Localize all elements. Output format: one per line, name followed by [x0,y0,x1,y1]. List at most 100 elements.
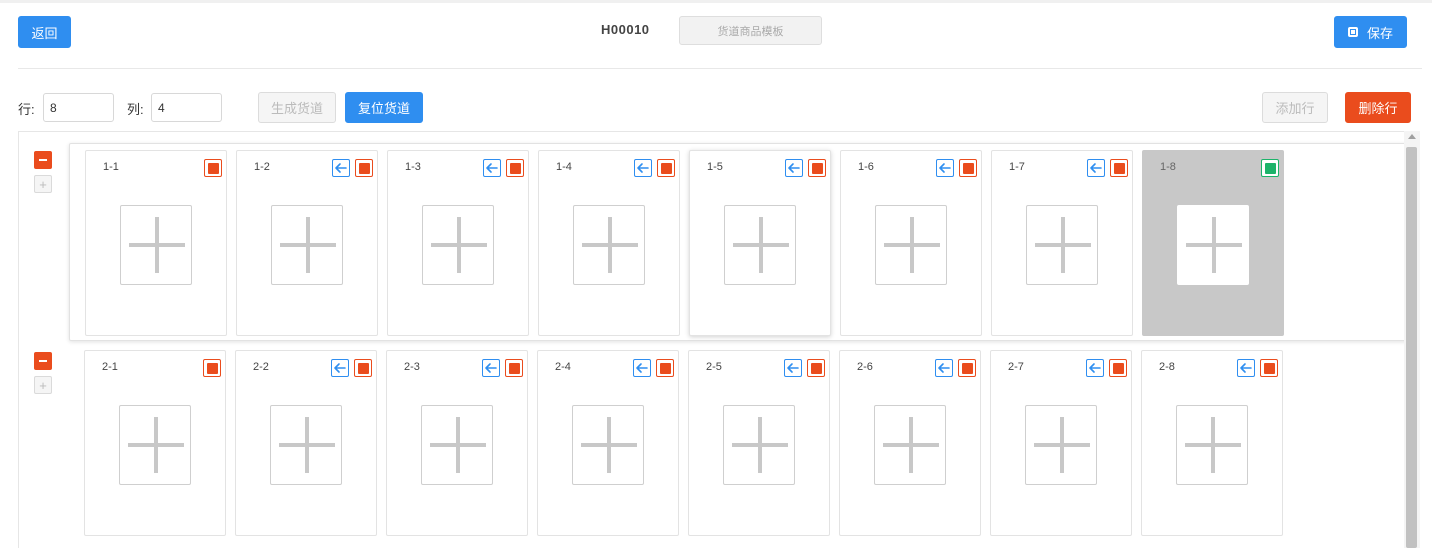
slot-card[interactable]: 2-7 [990,350,1132,536]
slot-grid: +1-1 1-2 1-3 1-4 1-5 1-6 1-7 1-8 +2-1 2-2 2-3 2-4 2-… [18,131,1420,548]
slot-label: 1-6 [858,161,874,173]
insert-row-icon[interactable]: + [34,175,52,193]
remove-row-icon[interactable] [34,151,52,169]
disable-slot-icon[interactable] [1110,159,1128,177]
disable-slot-icon[interactable] [505,359,523,377]
slot-card[interactable]: 1-4 [538,150,680,336]
machine-code: H00010 [601,22,650,37]
merge-left-arrow-icon[interactable] [936,159,954,177]
add-product-icon[interactable] [421,405,493,485]
slot-label: 1-2 [254,161,270,173]
slot-card[interactable]: 2-6 [839,350,981,536]
disable-slot-icon[interactable] [656,359,674,377]
slot-card[interactable]: 1-3 [387,150,529,336]
add-product-icon[interactable] [573,205,645,285]
slot-label: 2-2 [253,361,269,373]
add-product-icon[interactable] [572,405,644,485]
add-product-icon[interactable] [875,205,947,285]
reset-slots-button[interactable]: 复位货道 [345,92,423,123]
add-product-icon[interactable] [270,405,342,485]
delete-row-button[interactable]: 删除行 [1345,92,1411,123]
add-product-icon[interactable] [119,405,191,485]
disable-slot-icon[interactable] [808,159,826,177]
slot-card[interactable]: 1-8 [1142,150,1284,336]
slot-card[interactable]: 1-5 [689,150,831,336]
slot-label: 2-1 [102,361,118,373]
remove-row-icon[interactable] [34,352,52,370]
add-product-icon[interactable] [1026,205,1098,285]
add-product-icon[interactable] [874,405,946,485]
merge-left-arrow-icon[interactable] [784,359,802,377]
disable-slot-icon[interactable] [355,159,373,177]
slot-card[interactable]: 2-2 [235,350,377,536]
grid-scrollbar[interactable] [1404,131,1420,548]
merge-left-arrow-icon[interactable] [482,359,500,377]
merge-left-arrow-icon[interactable] [935,359,953,377]
disable-slot-icon[interactable] [354,359,372,377]
disable-slot-icon[interactable] [1109,359,1127,377]
merge-left-arrow-icon[interactable] [1086,359,1104,377]
scroll-up-arrow-icon[interactable] [1408,134,1416,139]
slot-label: 2-4 [555,361,571,373]
slot-label: 1-8 [1160,161,1176,173]
disable-slot-icon[interactable] [203,359,221,377]
merge-left-arrow-icon[interactable] [331,359,349,377]
slot-card[interactable]: 2-3 [386,350,528,536]
disable-slot-icon[interactable] [958,359,976,377]
save-label: 保存 [1366,25,1393,41]
merge-left-arrow-icon[interactable] [483,159,501,177]
disable-slot-icon[interactable] [657,159,675,177]
slot-card[interactable]: 1-2 [236,150,378,336]
add-product-icon[interactable] [724,205,796,285]
slot-card[interactable]: 2-4 [537,350,679,536]
disable-slot-icon[interactable] [807,359,825,377]
generate-slots-button[interactable]: 生成货道 [258,92,336,123]
slot-row: 2-1 2-2 2-3 2-4 2-5 2-6 2-7 2-8 [69,341,1419,548]
slot-label: 1-5 [707,161,723,173]
add-product-icon[interactable] [1176,405,1248,485]
add-product-icon[interactable] [723,405,795,485]
add-product-icon[interactable] [271,205,343,285]
scroll-thumb[interactable] [1406,147,1417,548]
save-icon [1347,27,1358,37]
slot-label: 1-7 [1009,161,1025,173]
back-button[interactable]: 返回 [18,16,71,48]
slot-label: 1-4 [556,161,572,173]
merge-left-arrow-icon[interactable] [633,359,651,377]
slot-label: 2-5 [706,361,722,373]
merge-left-arrow-icon[interactable] [1237,359,1255,377]
add-product-icon[interactable] [120,205,192,285]
enable-slot-icon[interactable] [1261,159,1279,177]
column-count-label: 列: [127,102,144,117]
slot-card[interactable]: 1-6 [840,150,982,336]
slot-label: 2-8 [1159,361,1175,373]
slot-card[interactable]: 1-1 [85,150,227,336]
template-select[interactable]: 货道商品模板 [679,16,822,45]
disable-slot-icon[interactable] [506,159,524,177]
add-row-button[interactable]: 添加行 [1262,92,1328,123]
slot-label: 1-1 [103,161,119,173]
slot-label: 2-3 [404,361,420,373]
column-count-input[interactable]: 4 [151,93,222,122]
row-count-label: 行: [18,102,35,117]
slot-label: 2-7 [1008,361,1024,373]
slot-card[interactable]: 2-5 [688,350,830,536]
disable-slot-icon[interactable] [1260,359,1278,377]
disable-slot-icon[interactable] [204,159,222,177]
add-product-icon[interactable] [422,205,494,285]
disable-slot-icon[interactable] [959,159,977,177]
merge-left-arrow-icon[interactable] [332,159,350,177]
slot-card[interactable]: 2-1 [84,350,226,536]
merge-left-arrow-icon[interactable] [634,159,652,177]
add-product-icon[interactable] [1025,405,1097,485]
merge-left-arrow-icon[interactable] [1087,159,1105,177]
slot-card[interactable]: 1-7 [991,150,1133,336]
slot-card[interactable]: 2-8 [1141,350,1283,536]
save-button[interactable]: 保存 [1334,16,1407,48]
header-divider [18,68,1422,69]
merge-left-arrow-icon[interactable] [785,159,803,177]
row-count-input[interactable]: 8 [43,93,114,122]
insert-row-icon[interactable]: + [34,376,52,394]
slot-label: 1-3 [405,161,421,173]
add-product-icon[interactable] [1177,205,1249,285]
